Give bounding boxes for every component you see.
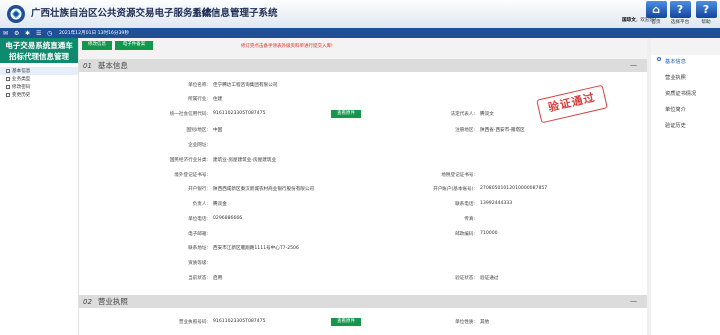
logo-icon bbox=[7, 5, 25, 23]
datetime: 2021年12月01日 13时16分39秒 bbox=[59, 31, 129, 36]
header: 广西壮族自治区公共资源交易电子服务系统 主体信息管理子系统 国琼文，欢迎您！ ⌂… bbox=[0, 0, 720, 28]
unit-phone-value: 0296886666 bbox=[213, 216, 243, 221]
question-icon: ? bbox=[695, 1, 717, 18]
help-button[interactable]: ? 帮助 bbox=[694, 1, 718, 25]
active-dot-icon bbox=[657, 57, 661, 61]
right-nav: 基本信息 营业执照 资质证书情况 单位简介 验证历史 bbox=[651, 55, 720, 335]
notice-text: 修订完点击备手领表外级资料单进行提交入库! bbox=[241, 43, 333, 49]
postcode-value: 710000 bbox=[480, 231, 498, 236]
view-original-button[interactable]: 查看原件 bbox=[331, 110, 361, 118]
checkbox-icon bbox=[6, 93, 10, 97]
sidebar-item-business-type[interactable]: 业务类型 bbox=[0, 75, 78, 83]
view-license-button[interactable]: 查看原件 bbox=[331, 318, 361, 326]
bank-value: 陕西西咸新区秦汉新城农村商业银行股份有限公司 bbox=[213, 187, 315, 192]
unit-nature-value: 其他 bbox=[480, 320, 490, 325]
modify-info-button[interactable]: 修改信息 bbox=[82, 41, 112, 50]
right-nav-basic-info[interactable]: 基本信息 bbox=[665, 58, 686, 65]
sidebar-item-change-history[interactable]: 变更历史 bbox=[0, 91, 78, 99]
contacts-icon[interactable]: ☰ bbox=[36, 30, 41, 37]
phone-value: 13992444333 bbox=[480, 201, 513, 206]
address-value: 西安市江新区雁翔路1111号中心T7-2506 bbox=[213, 246, 299, 251]
collapse-icon[interactable]: — bbox=[630, 295, 637, 308]
right-nav-business-license[interactable]: 营业执照 bbox=[665, 74, 686, 81]
industry-value: 住建 bbox=[213, 97, 223, 102]
select-platform-button[interactable]: ? 选择平台 bbox=[668, 1, 692, 25]
checkbox-icon bbox=[6, 69, 10, 73]
subsystem-title: 主体信息管理子系统 bbox=[192, 8, 278, 19]
sidebar-title: 电子交易系统直通车 招标代理信息管理 bbox=[0, 38, 78, 63]
credit-code-value: 91611023305T087475 bbox=[213, 111, 266, 116]
collapse-icon[interactable]: — bbox=[630, 59, 637, 72]
question-icon: ? bbox=[669, 1, 691, 18]
checkbox-icon bbox=[6, 77, 10, 81]
user-name: 国琼文 bbox=[622, 18, 636, 23]
home-icon: ⌂ bbox=[645, 1, 667, 18]
reg-area-value: 陕西省-西安市-雁塔区 bbox=[480, 128, 525, 133]
verified-stamp: 验证通过 bbox=[536, 84, 608, 124]
submit-filing-button[interactable]: 电子件备案 bbox=[115, 41, 153, 50]
right-nav-profile[interactable]: 单位简介 bbox=[665, 106, 686, 113]
bank-account-value: 27080501012010000087857 bbox=[480, 186, 548, 191]
license-code-value: 91611023305T087475 bbox=[213, 319, 266, 324]
toolbar: 修改信息 电子件备案 修订完点击备手领表外级资料单进行提交入库! bbox=[82, 41, 642, 51]
business-license-panel: 营业执照号码: 91611023305T087475 查看原件 单位性质: 其他 bbox=[79, 308, 647, 335]
contact-value: 腾双金 bbox=[213, 202, 227, 207]
national-industry-value: 建筑业-房屋建筑业-房屋建筑业 bbox=[213, 158, 277, 163]
status-value: 启用 bbox=[213, 276, 223, 281]
section-header-basic-info[interactable]: 01 基本信息 — bbox=[79, 59, 647, 72]
home-button[interactable]: ⌂ 首页 bbox=[644, 1, 668, 25]
chat-icon[interactable]: ✉ bbox=[3, 30, 8, 37]
gear-icon[interactable]: ⚙ bbox=[14, 30, 19, 37]
verify-status-value: 验证通过 bbox=[480, 276, 499, 281]
basic-info-panel: 单位名称: 佳宁腾达工程咨询集团有限公司 所属行业: 住建 统一社会信用代码: … bbox=[79, 72, 647, 295]
unit-name-value: 佳宁腾达工程咨询集团有限公司 bbox=[213, 83, 278, 88]
checkbox-icon bbox=[6, 85, 10, 89]
right-nav-qualification[interactable]: 资质证书情况 bbox=[665, 90, 696, 97]
right-nav-verify-history[interactable]: 验证历史 bbox=[665, 122, 686, 129]
app-title: 广西壮族自治区公共资源交易电子服务系统 bbox=[31, 8, 212, 19]
clock-icon: ◷ bbox=[47, 29, 53, 37]
sidebar: 电子交易系统直通车 招标代理信息管理 基本信息 业务类型 修改密码 变更历史 bbox=[0, 38, 79, 335]
status-bar: ✉ ⚙ ✱ ☰ ◷ 2021年12月01日 13时16分39秒 bbox=[0, 28, 720, 38]
settings-icon[interactable]: ✱ bbox=[25, 30, 30, 37]
country-value: 中国 bbox=[213, 128, 223, 133]
legal-rep-value: 腾双文 bbox=[480, 112, 494, 117]
sidebar-item-basic-info[interactable]: 基本信息 bbox=[0, 67, 78, 75]
sidebar-item-change-password[interactable]: 修改密码 bbox=[0, 83, 78, 91]
section-header-business-license[interactable]: 02 营业执照 — bbox=[79, 295, 647, 308]
